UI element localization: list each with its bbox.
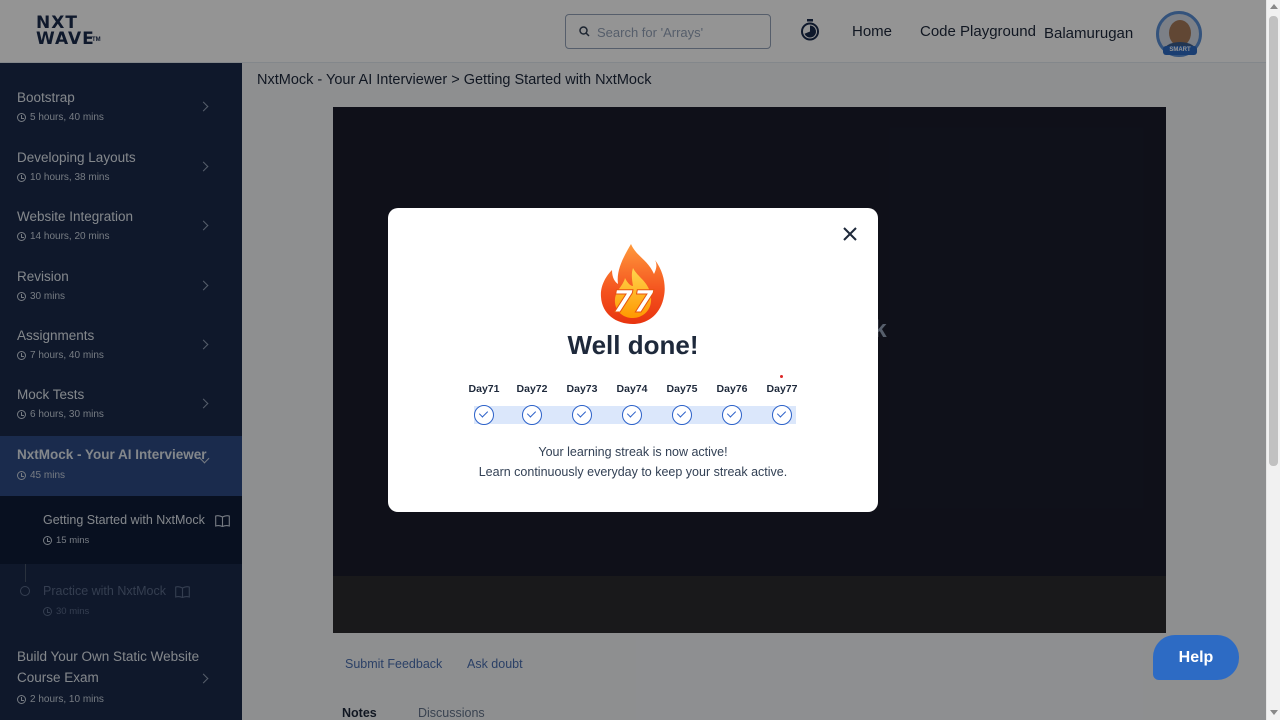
streak-message-1: Your learning streak is now active! [538,445,728,459]
page-scrollbar[interactable] [1266,0,1280,720]
help-button[interactable]: Help [1153,635,1239,680]
streak-modal: 77 Well done! Day71 Day72 Day73 Day74 Da… [388,208,878,512]
streak-message-2: Learn continuously everyday to keep your… [478,465,788,479]
streak-number: 77 [612,285,654,320]
day-label: Day74 [616,383,648,395]
scroll-up-arrow-icon[interactable] [1270,4,1278,9]
flame-streak-icon: 77 [600,244,665,324]
day-check-icon [572,405,592,425]
day-check-icon [722,405,742,425]
day-check-icon [622,405,642,425]
day-label: Day73 [566,383,598,395]
day-label: Day71 [468,383,500,395]
day-check-icon [772,405,792,425]
day-label: Day77 [766,383,798,395]
day-check-icon [474,405,494,425]
scrollbar-thumb[interactable] [1269,16,1278,466]
day-check-icon [522,405,542,425]
day-label: Day72 [516,383,548,395]
day-label: Day76 [716,383,748,395]
modal-title: Well done! [567,330,699,360]
day-check-icon [672,405,692,425]
day-label: Day75 [666,383,698,395]
close-icon[interactable] [841,225,859,243]
scroll-down-arrow-icon[interactable] [1270,710,1278,715]
today-indicator-dot [780,375,783,378]
